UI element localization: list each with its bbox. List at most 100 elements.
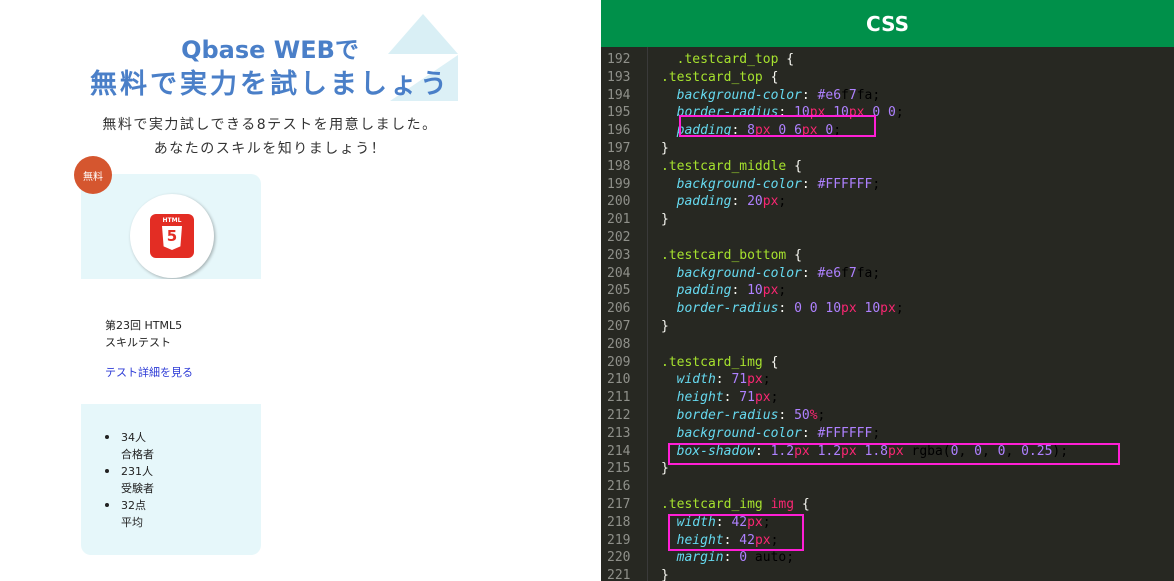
code-line: 206 border-radius: 0 0 10px 10px; (601, 300, 1174, 318)
code-line: 198 .testcard_middle { (601, 158, 1174, 176)
stat-average: 32点平均 (105, 497, 154, 531)
line-number: 208 (607, 336, 631, 352)
line-number: 201 (607, 212, 631, 228)
line-code: .testcard_bottom { (661, 247, 802, 263)
stat-value: 32点 (121, 499, 146, 512)
line-code: padding: 20px; (676, 194, 787, 210)
code-line: 217 .testcard_img img { (601, 496, 1174, 514)
line-code: .testcard_top { (661, 69, 779, 85)
line-number: 203 (607, 247, 631, 263)
test-detail-link[interactable]: テスト詳細を見る (105, 364, 193, 380)
line-number: 215 (607, 461, 631, 477)
stat-value: 231人 (121, 465, 153, 478)
stat-value: 34人 (121, 431, 146, 444)
line-number: 207 (607, 319, 631, 334)
line-number: 214 (607, 443, 631, 459)
line-number: 212 (607, 408, 631, 423)
line-number: 194 (607, 87, 631, 103)
code-line: 211 height: 71px; (601, 389, 1174, 407)
line-code: height: 71px; (676, 390, 779, 406)
stat-label: 受験者 (121, 482, 154, 495)
line-number: 204 (607, 265, 631, 281)
html5-icon-label: HTML (162, 217, 182, 224)
line-number: 197 (607, 141, 631, 156)
line-code: margin: 0 auto; (676, 550, 795, 566)
line-code: .testcard_img { (661, 354, 779, 370)
css-editor[interactable]: CSS 192 .testcard_top {193 .testcard_top … (601, 0, 1174, 581)
line-number: 206 (607, 301, 631, 317)
code-area[interactable]: 192 .testcard_top {193 .testcard_top {194… (601, 47, 1174, 581)
line-code: background-color: #FFFFFF; (676, 176, 881, 192)
test-title: 第23回 HTML5 スキルテスト (105, 317, 182, 351)
code-line: 212 border-radius: 50%; (601, 407, 1174, 425)
line-code: border-radius: 50%; (676, 408, 826, 423)
code-line: 205 padding: 10px; (601, 282, 1174, 300)
code-line: 209 .testcard_img { (601, 354, 1174, 372)
code-line: 202 (601, 229, 1174, 247)
page-heading-line1: Qbase WEBで (181, 36, 359, 64)
line-code: padding: 10px; (676, 283, 787, 299)
line-number: 211 (607, 390, 631, 406)
line-number: 196 (607, 123, 631, 139)
page-heading-line2: 無料で実力を試しましょう (90, 69, 450, 100)
line-number: 213 (607, 425, 631, 441)
subtitle-line1: 無料で実力試しできる8テストを用意しました。 (102, 117, 438, 133)
line-code: .testcard_top { (676, 52, 795, 67)
editor-header: CSS (601, 0, 1174, 47)
line-number: 193 (607, 69, 631, 85)
line-code: } (661, 568, 669, 581)
line-code: .testcard_img img { (661, 497, 810, 512)
line-number: 198 (607, 158, 631, 174)
code-line: 204 background-color: #e6f7fa; (601, 265, 1174, 283)
testcard-top: HTML 5 (81, 174, 261, 279)
free-badge: 無料 (74, 156, 112, 194)
stat-examinees: 231人受験者 (105, 463, 154, 497)
line-code: background-color: #FFFFFF; (676, 425, 881, 441)
line-code: background-color: #e6f7fa; (676, 87, 881, 103)
line-number: 205 (607, 283, 631, 299)
stat-passers: 34人合格者 (105, 429, 154, 463)
code-line: 192 .testcard_top { (601, 51, 1174, 69)
stat-label: 平均 (121, 516, 143, 529)
code-line: 203 .testcard_bottom { (601, 247, 1174, 265)
line-number: 210 (607, 372, 631, 388)
line-number: 217 (607, 497, 631, 512)
line-code: width: 71px; (676, 372, 771, 388)
code-line: 207} (601, 318, 1174, 336)
code-line: 199 background-color: #FFFFFF; (601, 176, 1174, 194)
code-line: 208 (601, 336, 1174, 354)
testcard-middle: 第23回 HTML5 スキルテスト テスト詳細を見る (81, 279, 261, 404)
line-number: 202 (607, 230, 631, 245)
line-number: 192 (607, 52, 631, 67)
highlight-box (679, 115, 876, 137)
bullet (105, 435, 109, 439)
line-number: 216 (607, 479, 631, 495)
line-code: .testcard_middle { (661, 158, 802, 174)
preview-panel: Qbase WEBで 無料で実力を試しましょう 無料で実力試しできる8テストを用… (0, 0, 600, 581)
code-line: 210 width: 71px; (601, 371, 1174, 389)
code-line: 201} (601, 211, 1174, 229)
line-code: } (661, 141, 669, 156)
line-number: 199 (607, 176, 631, 192)
html5-icon: HTML 5 (150, 214, 194, 258)
code-line: 193 .testcard_top { (601, 69, 1174, 87)
test-title-line2: スキルテスト (105, 336, 171, 349)
line-number: 195 (607, 105, 631, 121)
code-line: 200 padding: 20px; (601, 193, 1174, 211)
code-line: 213 background-color: #FFFFFF; (601, 425, 1174, 443)
stats-list: 34人合格者 231人受験者 32点平均 (105, 429, 154, 531)
line-number: 200 (607, 194, 631, 210)
line-number: 218 (607, 514, 631, 530)
line-number: 219 (607, 532, 631, 548)
highlight-box (668, 443, 1120, 465)
code-line: 216 (601, 478, 1174, 496)
stat-label: 合格者 (121, 448, 154, 461)
html5-digit: 5 (166, 227, 178, 245)
line-number: 220 (607, 550, 631, 566)
line-code: background-color: #e6f7fa; (676, 265, 881, 281)
subtitle-line2: あなたのスキルを知りましょう！ (153, 141, 387, 157)
line-code: } (661, 319, 669, 334)
code-line: 220 margin: 0 auto; (601, 549, 1174, 567)
code-line: 197} (601, 140, 1174, 158)
testcard-img: HTML 5 (130, 194, 214, 278)
